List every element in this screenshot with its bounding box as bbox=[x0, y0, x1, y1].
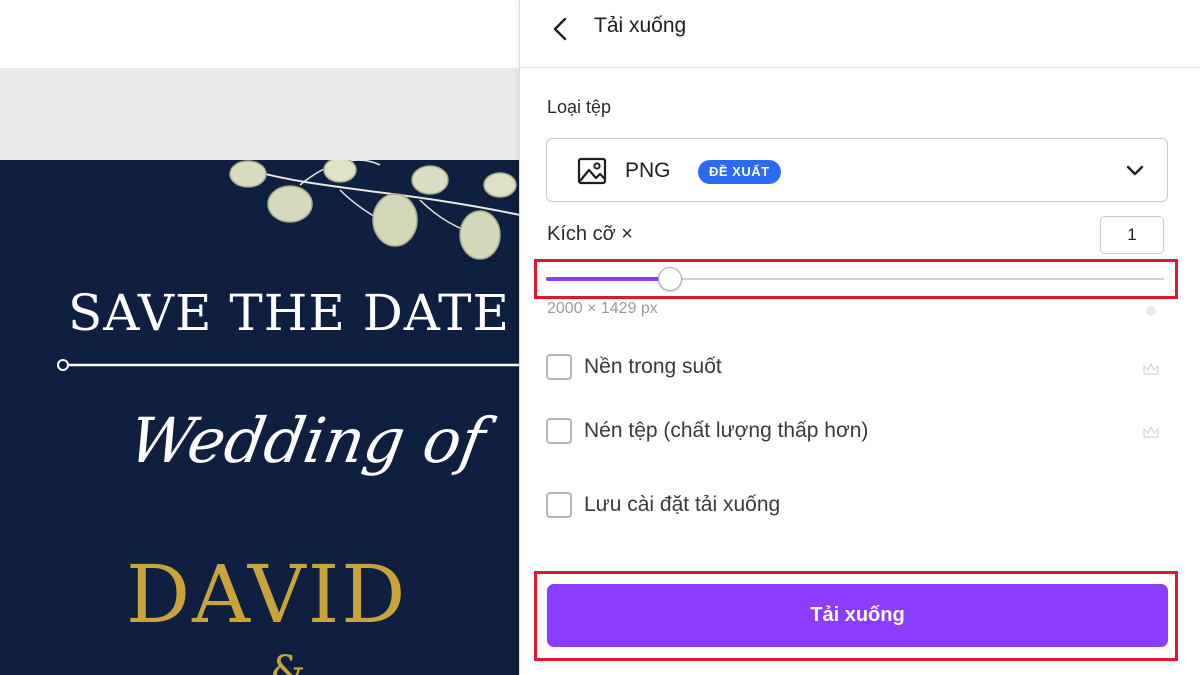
crown-icon bbox=[1143, 362, 1159, 375]
save-the-date-text: SAVE THE DATE bbox=[68, 284, 511, 342]
groom-name-text: DAVID bbox=[126, 548, 408, 641]
recommended-badge: ĐỀ XUẤT bbox=[698, 160, 781, 184]
editor-top-area bbox=[0, 0, 520, 68]
editor-canvas-background bbox=[0, 68, 520, 160]
panel-title: Tải xuống bbox=[594, 14, 687, 37]
transparent-background-checkbox[interactable] bbox=[546, 354, 572, 380]
download-panel: Tải xuống Loại tệp PNG ĐỀ XUẤT Kích cỡ ×… bbox=[519, 0, 1200, 675]
wedding-of-text: Wedding of bbox=[123, 404, 491, 477]
file-type-select[interactable]: PNG ĐỀ XUẤT bbox=[546, 138, 1168, 202]
compress-file-checkbox[interactable] bbox=[546, 418, 572, 444]
crown-icon bbox=[1143, 425, 1159, 438]
file-type-label: Loại tệp bbox=[547, 97, 612, 117]
screen: SAVE THE DATE Wedding of DAVID & Tải xuố… bbox=[0, 0, 1200, 675]
dimensions-text: 2000 × 1429 px bbox=[547, 300, 658, 317]
option-compress-file[interactable]: Nén tệp (chất lượng thấp hơn) bbox=[546, 417, 1166, 447]
option-save-download-settings[interactable]: Lưu cài đặt tải xuống bbox=[546, 491, 1166, 521]
eucalyptus-leaves-decoration bbox=[229, 160, 520, 260]
chevron-down-icon bbox=[1126, 165, 1144, 176]
file-type-value: PNG bbox=[625, 159, 671, 182]
size-label: Kích cỡ × bbox=[547, 223, 633, 245]
transparent-background-label: Nền trong suốt bbox=[584, 355, 722, 378]
save-settings-checkbox[interactable] bbox=[546, 492, 572, 518]
save-settings-label: Lưu cài đặt tải xuống bbox=[584, 493, 781, 516]
slider-highlight-box bbox=[534, 259, 1178, 299]
chevron-left-icon[interactable] bbox=[546, 14, 576, 44]
image-icon bbox=[577, 157, 607, 185]
compress-file-label: Nén tệp (chất lượng thấp hơn) bbox=[584, 419, 869, 442]
size-input[interactable]: 1 bbox=[1100, 216, 1164, 254]
ampersand-text: & bbox=[270, 648, 306, 675]
download-button-highlight-box bbox=[534, 571, 1178, 661]
divider-line bbox=[57, 359, 520, 371]
info-icon bbox=[1146, 306, 1156, 316]
option-transparent-background[interactable]: Nền trong suốt bbox=[546, 353, 1166, 383]
panel-header: Tải xuống bbox=[520, 0, 1200, 68]
design-canvas[interactable]: SAVE THE DATE Wedding of DAVID & bbox=[0, 160, 520, 675]
